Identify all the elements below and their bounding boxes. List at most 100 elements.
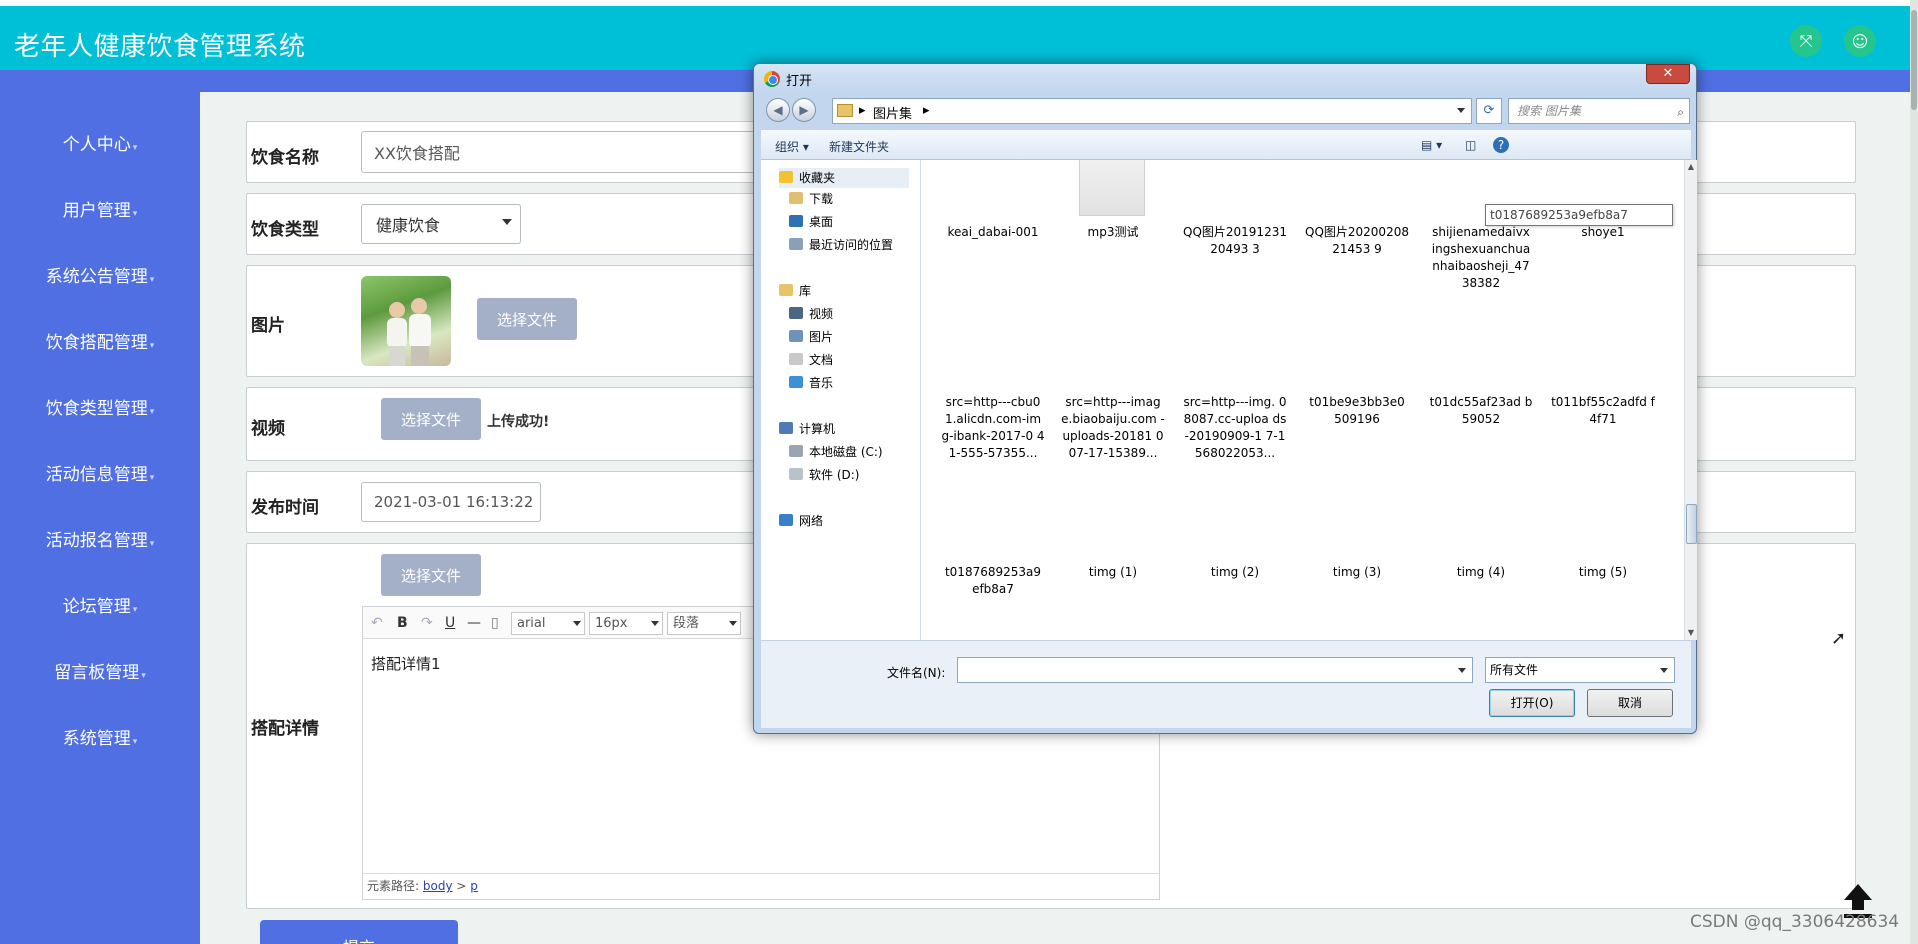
file-item[interactable]: timg (5) [1551, 564, 1655, 581]
file-item[interactable]: QQ图片2020020821453 9 [1305, 224, 1409, 258]
page-icon[interactable]: ▯ [491, 615, 499, 631]
chrome-icon [764, 71, 780, 87]
nav-recent[interactable]: 最近访问的位置 [789, 235, 893, 255]
page-scrollbar-thumb[interactable] [1911, 10, 1917, 110]
font-size-select[interactable]: 16px [589, 612, 663, 635]
filetype-select[interactable]: 所有文件 [1485, 657, 1675, 683]
sidebar-item-system[interactable]: 系统管理 ▾ [0, 724, 200, 749]
nav-documents[interactable]: 文档 [789, 350, 833, 370]
file-item[interactable]: timg (4) [1429, 564, 1533, 581]
redo-icon[interactable]: ↷ [421, 615, 433, 631]
file-item[interactable]: t01be9e3bb3e0 509196 [1305, 394, 1409, 428]
nav-computer[interactable]: 计算机 [779, 419, 835, 439]
file-item[interactable]: timg (3) [1305, 564, 1409, 581]
app-title: 老年人健康饮食管理系统 [14, 32, 306, 62]
address-bar: ◀ ▶ ▸ 图片集 ▸ ⟳ 搜索 图片集 ⌕ [762, 96, 1690, 126]
close-icon[interactable]: ✕ [1646, 64, 1690, 84]
image-choose-file-button[interactable]: 选择文件 [477, 298, 577, 340]
page-scrollbar[interactable] [1910, 0, 1918, 944]
paragraph-select[interactable]: 段落 [667, 612, 741, 635]
detail-label: 搭配详情 [251, 719, 319, 739]
path-breadcrumb[interactable]: ▸ 图片集 ▸ [832, 98, 1472, 124]
forward-arrow-icon[interactable]: ▶ [792, 98, 816, 122]
file-list-scrollbar-thumb[interactable] [1686, 504, 1697, 544]
nav-videos[interactable]: 视频 [789, 304, 833, 324]
scroll-down-icon[interactable]: ▼ [1685, 626, 1697, 640]
file-item[interactable]: QQ图片2019123120493 3 [1183, 224, 1287, 258]
underline-button[interactable]: U [445, 615, 455, 631]
diet-type-select[interactable]: 健康饮食 [361, 204, 521, 244]
editor-content[interactable]: 搭配详情1 [371, 653, 441, 674]
preview-pane-icon[interactable]: ◫ [1465, 138, 1476, 152]
nav-favorites[interactable]: 收藏夹 [779, 168, 909, 188]
nav-downloads[interactable]: 下载 [789, 189, 833, 209]
nav-libraries[interactable]: 库 [779, 281, 811, 301]
font-family-select[interactable]: arial [511, 612, 585, 635]
bold-button[interactable]: B [397, 615, 408, 631]
search-icon[interactable]: ⌕ [1677, 100, 1684, 124]
help-icon[interactable]: ? [1493, 137, 1509, 153]
scroll-up-icon[interactable]: ▲ [1685, 160, 1697, 174]
submit-button[interactable]: 提交 [260, 920, 458, 944]
back-arrow-icon[interactable]: ◀ [766, 98, 790, 122]
nav-music[interactable]: 音乐 [789, 373, 833, 393]
sidebar-item-diet-types[interactable]: 饮食类型管理 ▾ [0, 394, 200, 419]
file-item[interactable]: shoye1 [1551, 224, 1655, 241]
sidebar-item-personal-center[interactable]: 个人中心 ▾ [0, 130, 200, 155]
documents-icon [789, 353, 803, 365]
open-button[interactable]: 打开(O) [1489, 689, 1575, 717]
refresh-icon[interactable]: ⟳ [1476, 98, 1502, 124]
horizontal-rule-button[interactable]: — [467, 615, 481, 631]
filename-input[interactable] [957, 657, 1473, 683]
file-item[interactable]: keai_dabai-001 [941, 224, 1045, 241]
cancel-button[interactable]: 取消 [1587, 689, 1673, 717]
nav-disk-c[interactable]: 本地磁盘 (C:) [789, 442, 883, 462]
star-icon [779, 171, 793, 183]
nav-desktop[interactable]: 桌面 [789, 212, 833, 232]
file-item[interactable]: shijienamedaivx ingshexuanchua nhaibaosh… [1429, 224, 1533, 292]
path-p-link[interactable]: p [470, 879, 478, 893]
file-item[interactable]: timg (2) [1183, 564, 1287, 581]
publish-time-label: 发布时间 [251, 498, 319, 518]
sidebar-item-announcements[interactable]: 系统公告管理 ▾ [0, 262, 200, 287]
file-item[interactable]: t01dc55af23ad b59052 [1429, 394, 1533, 428]
sidebar-item-users[interactable]: 用户管理 ▾ [0, 196, 200, 221]
view-options-icon[interactable]: ▤ ▾ [1421, 138, 1442, 152]
detail-choose-file-button[interactable]: 选择文件 [381, 554, 481, 596]
navigation-pane: 收藏夹 下载 桌面 最近访问的位置 库 视频 图片 文档 音乐 计算机 本地磁盘… [761, 160, 921, 640]
file-item[interactable]: src=http---img. 08087.cc-uploa ds-201909… [1183, 394, 1287, 462]
file-item[interactable]: src=http---cbu0 1.alicdn.com-im g-ibank-… [941, 394, 1045, 462]
sidebar-item-forum[interactable]: 论坛管理 ▾ [0, 592, 200, 617]
disk-icon [789, 445, 803, 457]
chevron-down-icon[interactable] [1457, 108, 1465, 113]
sidebar-item-activities[interactable]: 活动信息管理 ▾ [0, 460, 200, 485]
organize-menu[interactable]: 组织 ▾ [775, 138, 809, 155]
file-item[interactable]: t0187689253a9 efb8a7 [941, 564, 1045, 598]
expand-icon[interactable]: ⤧ [1790, 25, 1822, 57]
chevron-down-icon[interactable] [1458, 668, 1466, 673]
user-icon[interactable]: ☺ [1844, 25, 1876, 57]
sidebar-item-message-board[interactable]: 留言板管理 ▾ [0, 658, 200, 683]
downloads-icon [789, 192, 803, 204]
search-input[interactable]: 搜索 图片集 ⌕ [1508, 98, 1690, 124]
file-item[interactable]: mp3测试 [1061, 224, 1165, 241]
sidebar-item-diet-combos[interactable]: 饮食搭配管理 ▾ [0, 328, 200, 353]
nav-pictures[interactable]: 图片 [789, 327, 833, 347]
new-folder-button[interactable]: 新建文件夹 [829, 138, 889, 155]
diet-name-input[interactable]: XX饮食搭配 [361, 131, 781, 173]
undo-icon[interactable]: ↶ [371, 615, 383, 631]
file-item[interactable]: src=http---imag e.biaobaiju.com -uploads… [1061, 394, 1165, 462]
file-item[interactable]: t011bf55c2adfd f4f71 [1551, 394, 1655, 428]
nav-disk-d[interactable]: 软件 (D:) [789, 465, 859, 485]
music-icon [789, 376, 803, 388]
video-icon [789, 307, 803, 319]
sidebar: 个人中心 ▾ 用户管理 ▾ 系统公告管理 ▾ 饮食搭配管理 ▾ 饮食类型管理 ▾ 活动信息… [0, 70, 200, 944]
file-list-scrollbar[interactable]: ▲ ▼ [1684, 160, 1697, 640]
path-body-link[interactable]: body [423, 879, 453, 893]
file-item[interactable]: timg (1) [1061, 564, 1165, 581]
publish-time-input[interactable]: 2021-03-01 16:13:22 [361, 482, 541, 522]
video-choose-file-button[interactable]: 选择文件 [381, 398, 481, 440]
breadcrumb-pictures[interactable]: 图片集 [873, 103, 912, 122]
nav-network[interactable]: 网络 [779, 511, 823, 531]
sidebar-item-activity-signups[interactable]: 活动报名管理 ▾ [0, 526, 200, 551]
